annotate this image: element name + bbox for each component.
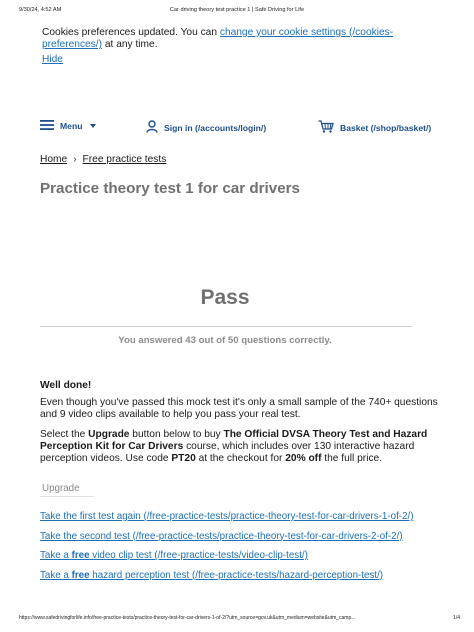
video-clip-test-link[interactable]: Take a free video clip test (/free-pract… [40,550,308,561]
practice-links: Take the first test again (/free-practic… [40,511,460,589]
basket-path: (/shop/basket/) [370,122,432,133]
hide-cookie-link[interactable]: Hide [42,54,63,65]
print-url: https://www.safedrivingforlife.info/free… [19,615,356,621]
sign-in-label: Sign in [164,122,193,133]
sign-in-link[interactable]: Sign in (/accounts/login/) [146,120,266,135]
basket-link[interactable]: Basket (/shop/basket/) [318,120,431,135]
take-second-test-link[interactable]: Take the second test (/free-practice-tes… [40,531,403,542]
basket-label: Basket [340,122,369,133]
cookie-text: Cookies preferences updated. You can [42,27,220,38]
para-text: the full price. [321,453,383,464]
hazard-perception-test-link[interactable]: Take a free hazard perception test (/fre… [40,570,383,581]
print-page-number: 1/4 [453,615,460,621]
discount-amount: 20% off [285,453,322,464]
para-text: Select the [40,429,89,440]
breadcrumb: Home › Free practice tests [40,154,166,165]
cookie-text-after: at any time. [102,39,158,50]
link-text: Take a [40,550,72,562]
sign-in-path: (/accounts/login/) [195,122,267,133]
basket-icon [318,120,334,135]
main-navigation: Menu Sign in (/accounts/login/) Basket (… [40,120,460,136]
para-upgrade-emphasis: Upgrade [88,429,130,440]
cookie-banner: Cookies preferences updated. You can cha… [42,27,442,66]
chevron-right-icon: › [73,154,77,165]
intro-paragraph: Even though you've passed this mock test… [40,397,438,420]
score-summary: You answered 43 out of 50 questions corr… [118,335,332,346]
result-status: Pass [200,286,250,309]
hamburger-icon [40,120,54,132]
link-text: Take a [40,569,72,581]
caret-down-icon [90,124,97,128]
user-icon [146,120,158,135]
link-free-emphasis: free [71,569,90,581]
breadcrumb-free-practice-tests[interactable]: Free practice tests [83,154,167,165]
upgrade-button[interactable]: Upgrade [40,480,94,497]
menu-label: Menu [60,121,83,131]
para-text: button below to buy [129,429,224,440]
link-text: video clip test (/free-practice-tests/vi… [89,550,308,562]
take-first-test-link[interactable]: Take the first test again (/free-practic… [40,511,413,522]
page-title: Practice theory test 1 for car drivers [40,180,300,197]
upgrade-paragraph: Select the Upgrade button below to buy T… [40,429,440,465]
link-free-emphasis: free [71,550,90,562]
para-text: at the checkout for [195,453,286,464]
discount-code: PT20 [171,453,196,464]
breadcrumb-home[interactable]: Home [40,154,67,165]
menu-button[interactable]: Menu [40,120,97,132]
well-done-heading: Well done! [40,380,92,391]
link-text: hazard perception test (/free-practice-t… [89,569,384,581]
print-document-title: Car driving theory test practice 1 | Saf… [169,7,305,13]
result-divider [40,326,412,327]
